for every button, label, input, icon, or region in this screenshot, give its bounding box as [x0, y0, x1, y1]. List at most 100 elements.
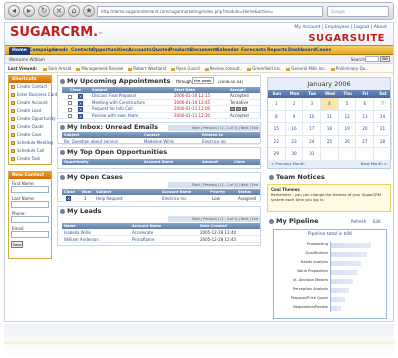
next-month-link[interactable]: Next Month > — [361, 160, 387, 168]
last-viewed-item[interactable]: Sam Arnold — [43, 66, 71, 71]
shortcut-item[interactable]: Create Case — [9, 131, 51, 139]
reload-icon[interactable]: ↻ — [38, 5, 50, 17]
calendar-cell[interactable]: 15 — [268, 123, 286, 136]
calendar-cell[interactable]: 23 — [285, 135, 304, 148]
shortcut-item[interactable]: Create Contact — [9, 83, 51, 91]
calendar-cell[interactable]: 1 — [268, 98, 286, 111]
calendar-cell[interactable]: 17 — [303, 123, 322, 136]
last-viewed-item[interactable]: General Mills Inc. — [286, 66, 325, 71]
checkbox[interactable] — [68, 114, 72, 118]
calendar-cell[interactable]: 31 — [303, 148, 322, 161]
last-viewed-item[interactable]: Ryan Guard — [171, 66, 199, 71]
calendar-cell[interactable]: 16 — [285, 123, 304, 136]
tab-dashboard[interactable]: Dashboard — [288, 47, 316, 55]
calendar-cell[interactable]: 6 — [356, 98, 375, 111]
shortcut-item[interactable]: Schedule Meeting — [9, 139, 53, 147]
shortcut-item[interactable]: Create Quote — [9, 123, 51, 131]
calendar-cell[interactable]: 4 — [321, 98, 339, 111]
contact-field-input[interactable] — [11, 231, 49, 238]
calendar-cell[interactable]: 28 — [374, 135, 392, 148]
calendar-cell[interactable]: 24 — [303, 135, 322, 148]
calendar-cell[interactable]: 29 — [268, 148, 286, 161]
top-links[interactable]: My Account | Employees | Logout | About — [294, 25, 387, 30]
table-row[interactable]: Re: Question about service Madeline Will… — [62, 138, 260, 145]
accept-icon[interactable] — [230, 107, 235, 111]
calendar-cell[interactable]: 13 — [356, 110, 375, 123]
search-input[interactable] — [365, 56, 379, 62]
pipeline-stage-bar[interactable] — [331, 269, 357, 275]
last-viewed-item[interactable]: Management Review — [76, 66, 123, 71]
pipeline-stage-bar[interactable] — [331, 287, 349, 293]
calendar-cell[interactable]: 25 — [321, 135, 339, 148]
shortcut-item[interactable]: Create Opportunity — [9, 115, 56, 123]
tab-products[interactable]: Products — [169, 47, 192, 55]
calendar-cell[interactable]: 26 — [338, 135, 357, 148]
calendar-cell[interactable]: 7 — [374, 98, 392, 111]
tab-cases[interactable]: Cases — [316, 47, 331, 55]
calendar-cell[interactable]: 21 — [374, 123, 392, 136]
calendar-cell[interactable]: 8 — [268, 110, 286, 123]
home-icon[interactable]: ⌂ — [68, 5, 80, 17]
checkbox[interactable] — [68, 107, 72, 112]
tab-quotes[interactable]: Quotes — [152, 47, 170, 55]
shortcut-item[interactable]: Enter Business Card — [9, 91, 57, 99]
calendar-cell[interactable]: 11 — [321, 110, 339, 123]
bookmark-icon[interactable]: ★ — [83, 5, 95, 17]
close-icon[interactable]: ✕ — [78, 107, 83, 112]
browser-search-input[interactable]: Google — [327, 6, 389, 17]
tab-forecasts[interactable]: Forecasts — [241, 47, 266, 55]
table-row[interactable]: ✕ 3 Help Request Electrico Inc Low Assig… — [62, 195, 260, 202]
calendar-cell[interactable]: 22 — [268, 135, 286, 148]
table-row[interactable]: Isabella Willis Accelerate 2005-12-28 12:4… — [62, 229, 260, 236]
last-viewed-item[interactable]: Review consult.. — [205, 66, 243, 71]
calendar-cell[interactable]: 18 — [321, 123, 339, 136]
lead-name[interactable]: William Anderson — [64, 236, 99, 243]
prev-month-link[interactable]: < Previous Month — [271, 160, 305, 168]
back-icon[interactable]: ◂ — [8, 5, 20, 17]
stop-icon[interactable]: × — [53, 5, 65, 17]
contact-field-input[interactable] — [11, 216, 49, 223]
inbox-pager[interactable]: Start | Previous | (1 - 1 of 1) | Next |… — [168, 125, 260, 131]
go-button[interactable]: GO — [380, 56, 390, 62]
last-viewed-item[interactable]: Robert Westland — [128, 66, 166, 71]
lead-account[interactable]: Pinnaflame — [132, 236, 154, 243]
contact-field-input[interactable] — [11, 201, 49, 208]
checkbox[interactable] — [68, 101, 72, 105]
lead-account[interactable]: Accelerate — [132, 229, 153, 236]
tab-contacts[interactable]: Contacts — [71, 47, 94, 55]
calendar-cell[interactable]: 27 — [356, 135, 375, 148]
lead-name[interactable]: Isabella Willis — [64, 229, 91, 236]
tab-calendar[interactable]: Calendar — [216, 47, 239, 55]
close-icon[interactable]: ✕ — [78, 100, 83, 106]
address-bar[interactable]: http://demo.sugarondemand.com/sugarmarke… — [97, 6, 323, 17]
forward-icon[interactable]: ▸ — [23, 5, 35, 17]
tab-opportunities[interactable]: Opportunities — [92, 47, 128, 55]
close-icon[interactable]: ✕ — [78, 94, 83, 99]
last-viewed-item[interactable]: Preliminary Qu.. — [331, 66, 368, 71]
tab-reports[interactable]: Reports — [267, 47, 287, 55]
calendar-cell[interactable]: 2 — [285, 98, 304, 111]
pipeline-stage-bar[interactable] — [331, 242, 371, 248]
calendar-cell[interactable]: 20 — [356, 123, 375, 136]
contact-field-input[interactable] — [11, 186, 49, 193]
pipeline-stage-bar[interactable] — [331, 305, 341, 311]
calendar-cell[interactable]: 14 — [374, 110, 392, 123]
leads-pager[interactable]: Start | Previous | (1 - 4 of 4) | Next |… — [168, 216, 260, 222]
shortcut-item[interactable]: Create Lead — [9, 107, 51, 115]
cases-pager[interactable]: Start | Previous | (1 - 1 of 1) | Next |… — [168, 182, 260, 188]
last-viewed-item[interactable]: Greenfield Inc. — [247, 66, 281, 71]
pipeline-stage-bar[interactable] — [331, 260, 361, 266]
tab-leads[interactable]: Leads — [53, 47, 68, 55]
tab-accounts[interactable]: Accounts — [128, 47, 152, 55]
tentative-icon[interactable] — [236, 107, 241, 111]
checkbox[interactable] — [68, 94, 72, 99]
through-select[interactable]: the week — [192, 77, 214, 84]
tab-documents[interactable]: Documents — [190, 47, 219, 55]
tab-home[interactable]: Home — [9, 47, 30, 55]
calendar-cell[interactable]: 9 — [285, 110, 304, 123]
appointment-subject[interactable]: Review with exec team — [92, 113, 138, 120]
decline-icon[interactable] — [242, 107, 247, 111]
save-button[interactable]: Save — [11, 241, 23, 248]
close-icon[interactable]: ✕ — [78, 113, 83, 119]
edit-button[interactable]: Edit — [373, 219, 381, 224]
